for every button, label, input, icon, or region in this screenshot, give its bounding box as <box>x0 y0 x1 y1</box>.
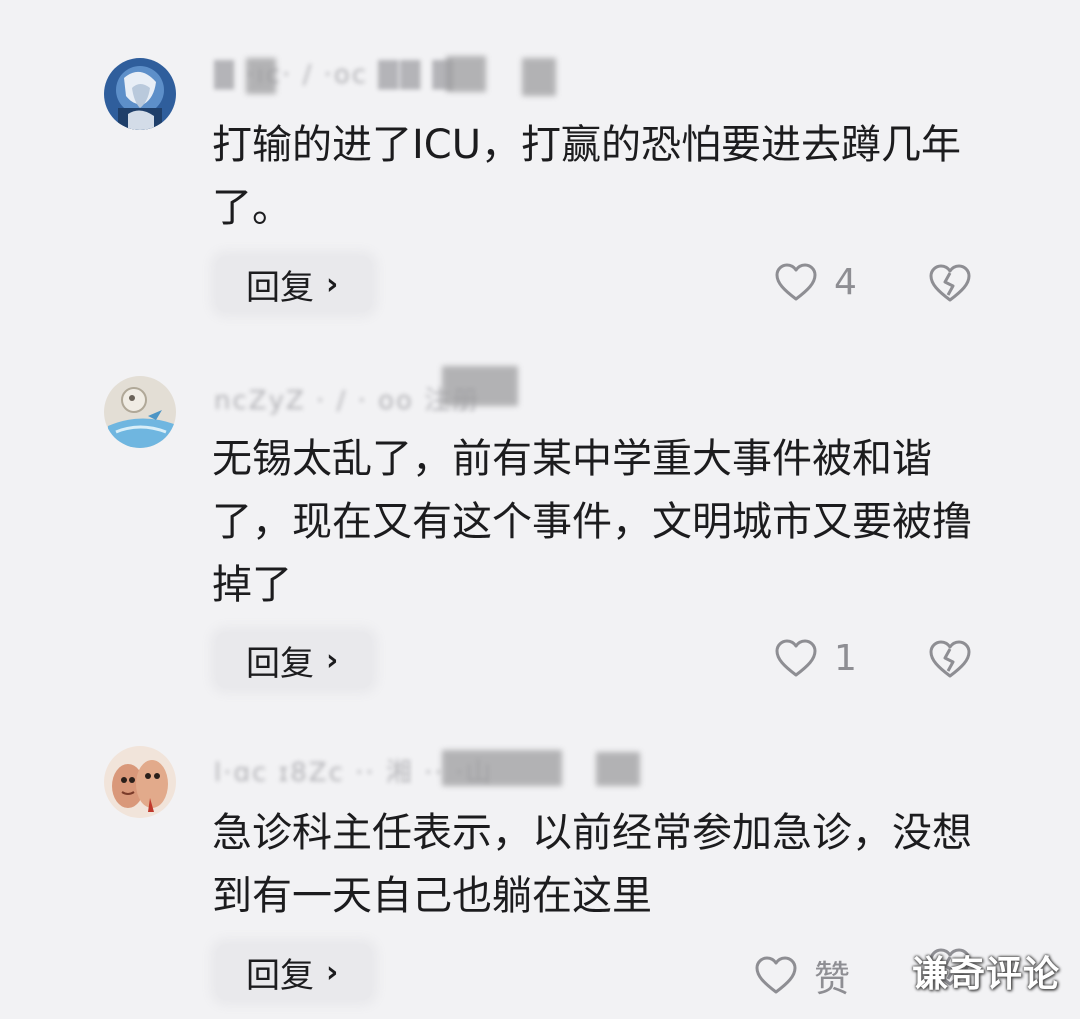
avatar-image <box>104 376 176 448</box>
like-count: 4 <box>834 262 857 303</box>
heart-outline-icon <box>755 956 797 994</box>
comment-text: 打输的进了ICU，打赢的恐怕要进去蹲几年了。 <box>212 122 962 231</box>
heart-outline-icon <box>775 263 817 300</box>
avatar[interactable] <box>104 746 176 818</box>
chevron-right-icon: › <box>326 266 339 302</box>
reply-button[interactable]: 回复 › <box>216 632 372 688</box>
redacted-block <box>596 752 640 786</box>
redacted-block <box>446 56 486 92</box>
watermark: 谦奇评论 <box>911 954 1060 995</box>
redacted-block <box>246 58 276 94</box>
avatar[interactable] <box>104 376 176 448</box>
broken-heart-icon <box>929 640 971 678</box>
avatar-image <box>104 58 176 130</box>
reply-label: 回复 <box>246 643 314 684</box>
heart-outline-icon <box>775 639 817 676</box>
avatar-image <box>104 746 176 818</box>
broken-heart-icon <box>929 264 971 302</box>
avatar[interactable] <box>104 58 176 130</box>
like-button[interactable]: 4 <box>774 262 857 303</box>
reply-label: 回复 <box>246 267 314 308</box>
reply-button[interactable]: 回复 › <box>216 944 372 1000</box>
dislike-button[interactable] <box>928 264 972 304</box>
username[interactable]: l·ɑc ɪ8Zc ·· 湘 ·· ·山 <box>214 752 654 798</box>
comment-text: 急诊科主任表示，以前经常参加急诊，没想到有一天自己也躺在这里 <box>212 810 972 919</box>
like-button[interactable]: 赞 <box>754 950 850 1002</box>
like-count: 1 <box>834 638 857 679</box>
chevron-right-icon: › <box>326 642 339 678</box>
redacted-block <box>522 58 556 96</box>
reply-label: 回复 <box>246 955 314 996</box>
redacted-block <box>442 750 562 786</box>
comment-text: 无锡太乱了，前有某中学重大事件被和谐了，现在又有这个事件，文明城市又要被撸掉了 <box>212 436 972 608</box>
like-button[interactable]: 1 <box>774 638 857 679</box>
redacted-block <box>442 366 518 406</box>
like-count: 赞 <box>814 959 851 1000</box>
dislike-button[interactable] <box>928 640 972 680</box>
chevron-right-icon: › <box>326 954 339 990</box>
reply-button[interactable]: 回复 › <box>216 256 372 312</box>
